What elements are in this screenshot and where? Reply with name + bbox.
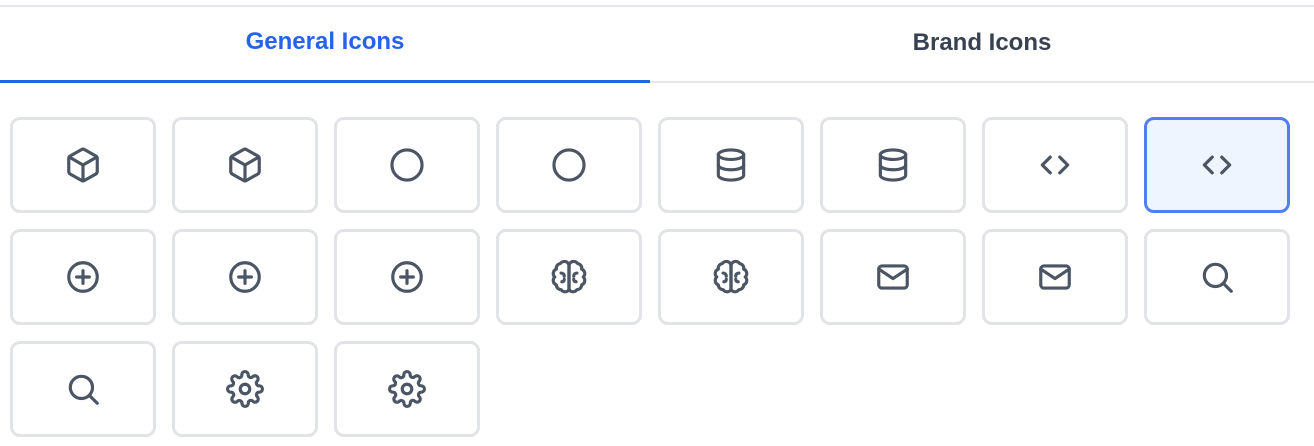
icon-tabs: General Icons Brand Icons (0, 7, 1314, 83)
database-icon (874, 146, 912, 184)
tab-brand-icons[interactable]: Brand Icons (650, 7, 1314, 83)
icon-tile-brain[interactable] (658, 229, 804, 325)
search-icon (64, 370, 102, 408)
icon-grid (10, 117, 1290, 437)
icon-tile-mail[interactable] (982, 229, 1128, 325)
circle-icon (388, 146, 426, 184)
mail-icon (1036, 258, 1074, 296)
icon-tile-mail[interactable] (820, 229, 966, 325)
icon-tile-plus-circle[interactable] (10, 229, 156, 325)
plus-circle-icon (226, 258, 264, 296)
icon-tile-search[interactable] (1144, 229, 1290, 325)
gear-icon (226, 370, 264, 408)
icon-tile-cube[interactable] (10, 117, 156, 213)
icon-tile-cube[interactable] (172, 117, 318, 213)
database-icon (712, 146, 750, 184)
icon-tile-circle[interactable] (334, 117, 480, 213)
search-icon (1198, 258, 1236, 296)
plus-circle-icon (388, 258, 426, 296)
cube-icon (64, 146, 102, 184)
icon-tile-plus-circle[interactable] (172, 229, 318, 325)
brain-icon (550, 258, 588, 296)
icon-tile-code[interactable] (982, 117, 1128, 213)
icon-tile-gear[interactable] (334, 341, 480, 437)
circle-icon (550, 146, 588, 184)
brain-icon (712, 258, 750, 296)
icon-tile-database[interactable] (820, 117, 966, 213)
icon-tile-plus-circle[interactable] (334, 229, 480, 325)
icon-tile-search[interactable] (10, 341, 156, 437)
cube-icon (226, 146, 264, 184)
icon-tile-brain[interactable] (496, 229, 642, 325)
icon-tile-circle[interactable] (496, 117, 642, 213)
code-icon (1198, 146, 1236, 184)
code-icon (1036, 146, 1074, 184)
gear-icon (388, 370, 426, 408)
mail-icon (874, 258, 912, 296)
icon-tile-code[interactable] (1144, 117, 1290, 213)
tab-general-icons[interactable]: General Icons (0, 7, 650, 83)
icon-tile-gear[interactable] (172, 341, 318, 437)
plus-circle-icon (64, 258, 102, 296)
icon-tile-database[interactable] (658, 117, 804, 213)
